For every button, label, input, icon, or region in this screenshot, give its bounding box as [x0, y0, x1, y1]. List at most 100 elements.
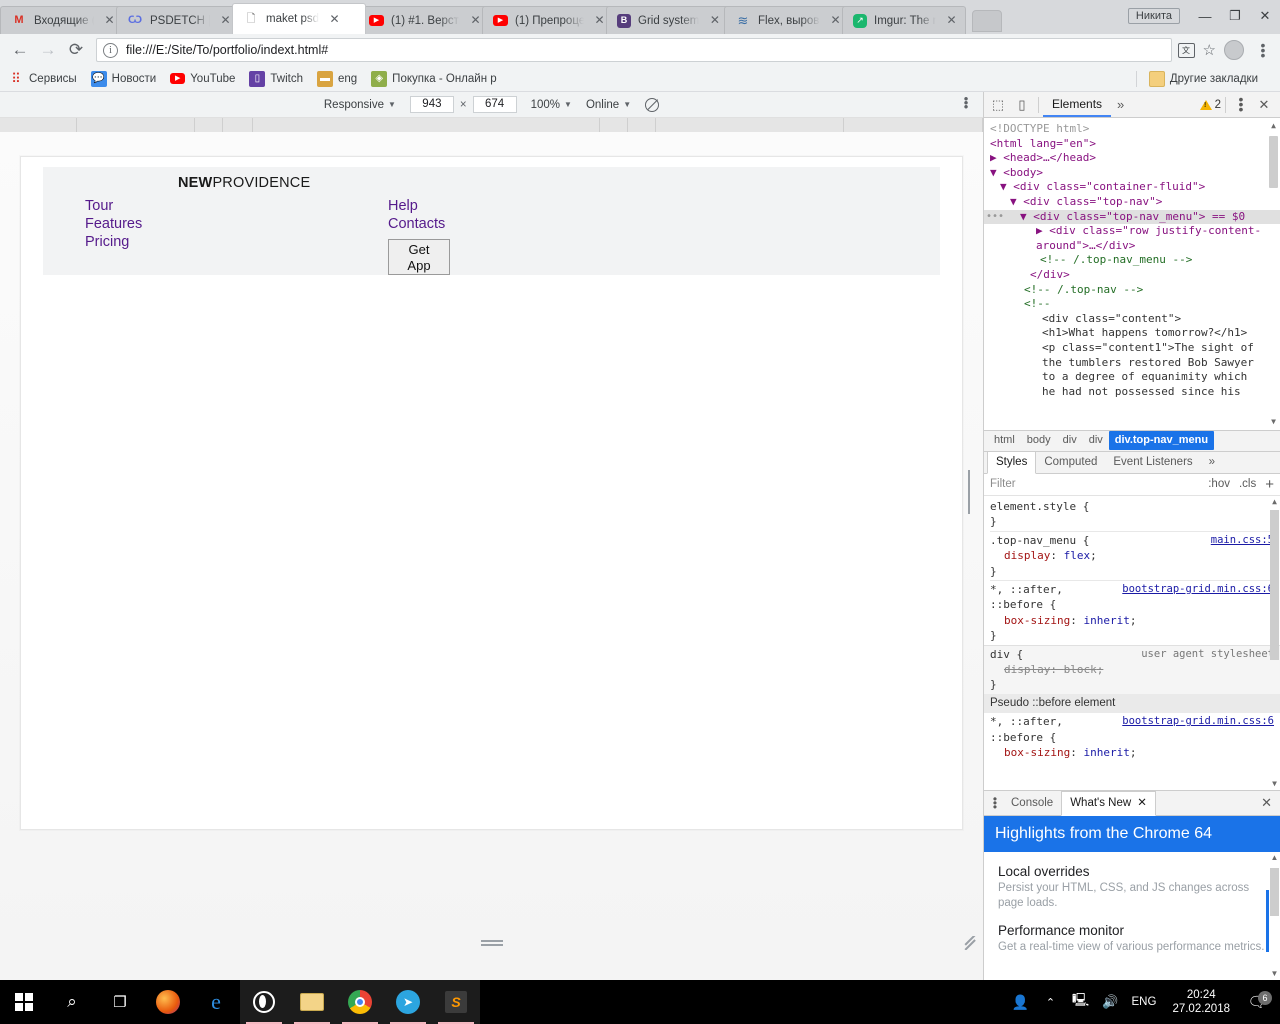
volume-icon[interactable]: 🔊: [1096, 994, 1126, 1010]
browser-tab[interactable]: ▶ (1) #1. Верстк ✕: [358, 6, 490, 34]
breadcrumb-div-2[interactable]: div: [1083, 431, 1109, 450]
whats-new-item[interactable]: Performance monitor Get a real-time view…: [998, 923, 1266, 955]
css-rule[interactable]: *, ::after, ::before { bootstrap-grid.mi…: [990, 580, 1274, 645]
dom-line[interactable]: <!-- /.top-nav -->: [990, 283, 1266, 298]
start-button[interactable]: [0, 980, 48, 1024]
inspect-element-icon[interactable]: ⬚: [986, 93, 1010, 117]
maximize-button[interactable]: ❐: [1220, 3, 1250, 29]
dom-tree-scrollbar[interactable]: ▲ ▼: [1269, 122, 1278, 426]
bookmark-item[interactable]: ▯ Twitch: [249, 71, 303, 87]
translate-icon[interactable]: 文: [1178, 43, 1195, 58]
bookmark-item[interactable]: ⠿ Сервисы: [8, 71, 77, 87]
get-app-button[interactable]: Get App: [388, 239, 450, 275]
viewport-resize-handle-corner[interactable]: [963, 936, 977, 950]
cls-toggle[interactable]: .cls: [1239, 478, 1256, 490]
tab-styles[interactable]: Styles: [987, 451, 1036, 474]
dom-line[interactable]: </div>: [990, 268, 1266, 283]
css-source-link[interactable]: bootstrap-grid.min.css:6: [1122, 714, 1274, 745]
scroll-up-icon[interactable]: ▲: [1270, 854, 1279, 862]
styles-pane[interactable]: element.style { } .top-nav_menu { main.c…: [984, 496, 1280, 790]
dom-line[interactable]: ▼ <body>: [990, 166, 1266, 181]
back-icon[interactable]: ←: [6, 36, 34, 64]
search-button[interactable]: ⌕: [48, 980, 96, 1024]
dom-line[interactable]: ▶ <head>…</head>: [990, 151, 1266, 166]
nav-link-help[interactable]: Help: [388, 197, 445, 215]
close-window-button[interactable]: ✕: [1250, 3, 1280, 29]
new-style-rule-button[interactable]: +: [1265, 476, 1274, 493]
whats-new-scrollbar[interactable]: ▲ ▼: [1270, 854, 1279, 978]
css-property-name[interactable]: box-sizing: [1004, 614, 1070, 627]
breadcrumb-selected[interactable]: div.top-nav_menu: [1109, 431, 1214, 450]
minimize-button[interactable]: —: [1190, 3, 1220, 29]
kebab-menu-icon[interactable]: •••: [1252, 43, 1274, 58]
close-devtools-icon[interactable]: ✕: [1252, 93, 1276, 117]
css-rule-user-agent[interactable]: div { user agent stylesheet display: blo…: [984, 645, 1280, 694]
browser-tab[interactable]: M Входящие (1 ✕: [0, 6, 124, 34]
breadcrumb-html[interactable]: html: [988, 431, 1021, 450]
device-toolbar-icon[interactable]: ▯: [1010, 93, 1034, 117]
scroll-up-icon[interactable]: ▲: [1270, 498, 1279, 506]
css-rule[interactable]: .top-nav_menu { main.css:5 display: flex…: [990, 531, 1274, 580]
device-toolbar-menu-icon[interactable]: •••: [959, 97, 973, 109]
scroll-up-icon[interactable]: ▲: [1269, 122, 1278, 130]
devtools-split-handle[interactable]: [968, 470, 975, 492]
profile-name-button[interactable]: Никита: [1128, 8, 1180, 24]
tab-elements[interactable]: Elements: [1043, 92, 1111, 117]
more-style-tabs-icon[interactable]: »: [1201, 452, 1223, 473]
scrollbar-thumb[interactable]: [1270, 868, 1279, 916]
no-throttling-icon[interactable]: [645, 98, 659, 112]
css-declaration[interactable]: box-sizing: inherit;: [990, 613, 1274, 628]
bookmark-item[interactable]: ◈ Покупка - Онлайн р: [371, 71, 496, 87]
css-source-link[interactable]: main.css:5: [1211, 533, 1274, 548]
star-icon[interactable]: ☆: [1203, 41, 1216, 59]
viewport-width-input[interactable]: 943: [410, 96, 454, 113]
browser-tab[interactable]: Ѡ PSDETCH | PS ✕: [116, 6, 240, 34]
hov-toggle[interactable]: :hov: [1208, 478, 1230, 490]
breadcrumb-div[interactable]: div: [1057, 431, 1083, 450]
dom-line[interactable]: ▼ <div class="container-fluid">: [990, 180, 1266, 195]
address-bar[interactable]: i file:///E:/Site/To/portfolio/indext.ht…: [96, 38, 1172, 62]
css-property-value[interactable]: flex: [1064, 549, 1091, 562]
dom-tree[interactable]: <!DOCTYPE html> <html lang="en"> ▶ <head…: [984, 118, 1280, 430]
show-hidden-icons-icon[interactable]: ⌃: [1036, 996, 1066, 1009]
css-property-value[interactable]: block: [1064, 663, 1097, 676]
network-icon[interactable]: 🖳: [1066, 991, 1096, 1013]
profile-avatar-icon[interactable]: [1224, 40, 1244, 60]
css-source-link[interactable]: bootstrap-grid.min.css:6: [1122, 582, 1274, 613]
tab-console[interactable]: Console: [1003, 792, 1061, 815]
tab-close-icon[interactable]: ✕: [327, 12, 342, 27]
viewport-height-input[interactable]: 674: [473, 96, 517, 113]
breadcrumb-body[interactable]: body: [1021, 431, 1057, 450]
bookmark-item[interactable]: ▬ eng: [317, 71, 357, 87]
tab-close-icon[interactable]: ✕: [218, 13, 233, 28]
whats-new-item[interactable]: Local overrides Persist your HTML, CSS, …: [998, 864, 1266, 911]
tab-close-icon[interactable]: ✕: [102, 13, 117, 28]
browser-tab[interactable]: ≋ Flex, выровн ✕: [724, 6, 850, 34]
action-center-button[interactable]: 🗨 6: [1240, 993, 1274, 1011]
css-property-value[interactable]: inherit: [1083, 614, 1129, 627]
tab-close-icon[interactable]: ✕: [592, 13, 607, 28]
nav-link-tour[interactable]: Tour: [85, 197, 142, 215]
scroll-down-icon[interactable]: ▼: [1270, 970, 1279, 978]
bookmark-item[interactable]: 💬 Новости: [91, 71, 157, 87]
css-property-value[interactable]: inherit: [1083, 746, 1129, 759]
other-bookmarks-item[interactable]: Другие закладки: [1136, 71, 1258, 87]
close-drawer-icon[interactable]: ✕: [1261, 795, 1277, 811]
tab-close-icon[interactable]: ✕: [707, 13, 722, 28]
css-declaration[interactable]: box-sizing: inherit;: [990, 745, 1274, 760]
whats-new-list[interactable]: Local overrides Persist your HTML, CSS, …: [984, 852, 1280, 980]
clock[interactable]: 20:24 27.02.2018: [1162, 988, 1240, 1016]
task-view-button[interactable]: ❐: [96, 980, 144, 1024]
zoom-selector[interactable]: 100% ▼: [531, 99, 572, 111]
dom-line[interactable]: <html lang="en">: [990, 137, 1266, 152]
forward-icon[interactable]: →: [34, 36, 62, 64]
dom-line[interactable]: <div class="content">: [990, 312, 1266, 327]
styles-filter-input[interactable]: Filter: [990, 478, 1016, 490]
dom-line[interactable]: <p class="content1">The sight of the tum…: [990, 341, 1266, 399]
scrollbar-thumb[interactable]: [1269, 136, 1278, 188]
language-indicator[interactable]: ENG: [1126, 996, 1163, 1008]
tab-close-icon[interactable]: ✕: [828, 13, 843, 28]
dom-line[interactable]: <!-- /.top-nav_menu -->: [990, 253, 1266, 268]
more-tabs-icon[interactable]: »: [1111, 97, 1130, 112]
css-rule[interactable]: element.style { }: [990, 498, 1274, 531]
